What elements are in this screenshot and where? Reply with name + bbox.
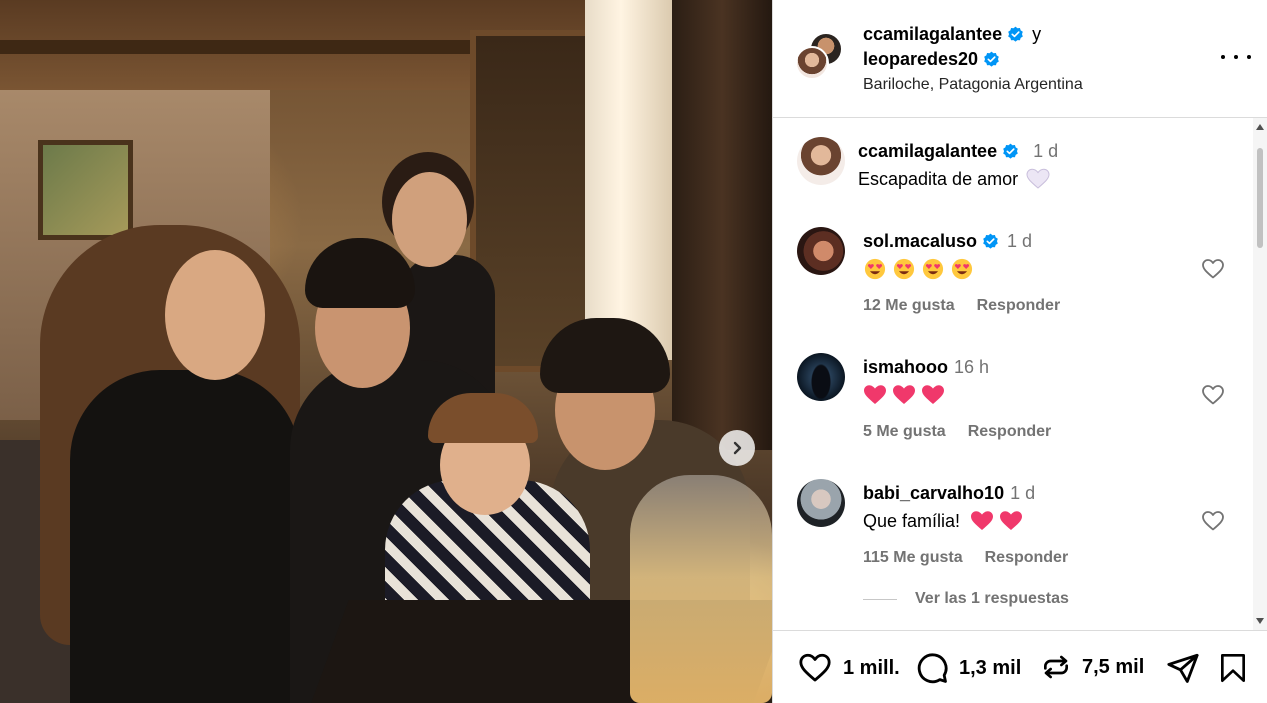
comment-likes[interactable]: 5 Me gusta <box>863 423 946 440</box>
comment-button[interactable]: 1,3 mil <box>915 651 1021 685</box>
collab-avatars[interactable] <box>795 32 847 84</box>
photo-painting <box>38 140 133 240</box>
comment-likes[interactable]: 12 Me gusta <box>863 297 955 314</box>
speech-bubble-icon <box>917 653 948 684</box>
caption-header: ccamilagalantee 1 d <box>858 141 1058 162</box>
photo-baby-hair <box>428 393 538 443</box>
comment-like-icon[interactable] <box>1201 383 1225 407</box>
header-author-line-2: leoparedes20 <box>863 49 1000 70</box>
comment-meta: 5 Me gusta Responder <box>863 423 1073 441</box>
comment-header: babi_carvalho10 1 d <box>863 483 1035 504</box>
photo-curtain-dark <box>672 0 772 450</box>
more-dot <box>1234 55 1238 59</box>
comment-avatar[interactable] <box>797 479 845 527</box>
reply-button[interactable]: Responder <box>977 297 1061 314</box>
verified-badge-icon <box>984 51 999 67</box>
caption-text: Escapadita de amor <box>858 168 1019 189</box>
comment-header: ismahooo 16 h <box>863 357 989 378</box>
comment-avatar[interactable] <box>797 353 845 401</box>
scrollbar-thumb[interactable] <box>1257 148 1263 248</box>
pink-heart-emoji <box>971 511 994 530</box>
heart-outline-icon <box>799 653 831 682</box>
comment-like-icon[interactable] <box>1201 257 1225 281</box>
photo-wine-glass <box>630 475 772 703</box>
comment-meta: 12 Me gusta Responder <box>863 297 1082 315</box>
scroll-up-arrow-icon[interactable] <box>1256 124 1264 130</box>
caption-username[interactable]: ccamilagalantee <box>858 141 997 162</box>
next-photo-button[interactable] <box>719 430 755 466</box>
view-replies-link[interactable]: Ver las 1 respuestas <box>863 590 1069 608</box>
like-count: 1 mill. <box>843 656 900 679</box>
heart-eyes-emoji <box>951 258 973 280</box>
header-author-line-1: ccamilagalantee y <box>863 24 1041 45</box>
caption-avatar[interactable] <box>797 137 845 185</box>
author2-username[interactable]: leoparedes20 <box>863 49 978 70</box>
comment-text: Que família! <box>863 510 961 531</box>
comment-username[interactable]: sol.macaluso <box>863 231 977 252</box>
bookmark-icon <box>1221 654 1245 682</box>
post-actions-bar: 1 mill. 1,3 mil 7,5 mil <box>773 630 1267 703</box>
more-options-icon <box>1221 55 1225 59</box>
post-photo[interactable] <box>0 0 772 703</box>
post-location[interactable]: Bariloche, Patagonia Argentina <box>863 76 1083 94</box>
comment-text-row: Que família! <box>863 510 1028 532</box>
post-side-panel: ccamilagalantee y leoparedes20 Bariloche… <box>772 0 1267 703</box>
comments-scrollbar[interactable] <box>1253 118 1267 630</box>
comment-text-row <box>863 258 979 280</box>
comments-list: ccamilagalantee 1 d Escapadita de amor s… <box>773 118 1267 630</box>
comment-like-icon[interactable] <box>1201 509 1225 533</box>
more-dot <box>1247 55 1251 59</box>
photo-woman-face <box>165 250 265 380</box>
author-joiner: y <box>1032 24 1042 44</box>
comment-time[interactable]: 1 d <box>1010 483 1035 504</box>
reply-button[interactable]: Responder <box>985 549 1069 566</box>
avatar-ccamilagalantee[interactable] <box>795 46 829 80</box>
more-options-button[interactable] <box>1221 45 1251 69</box>
pink-heart-emoji <box>864 385 886 404</box>
pink-heart-emoji <box>1000 511 1023 530</box>
paper-plane-icon <box>1167 653 1199 683</box>
comment-time[interactable]: 16 h <box>954 357 989 378</box>
verified-badge-icon <box>1003 143 1018 159</box>
heart-eyes-emoji <box>922 258 944 280</box>
heart-eyes-emoji <box>864 258 886 280</box>
comment-username[interactable]: babi_carvalho10 <box>863 483 1004 504</box>
repost-count: 7,5 mil <box>1082 655 1145 678</box>
comment-count: 1,3 mil <box>959 656 1022 679</box>
like-button[interactable]: 1 mill. <box>797 651 900 685</box>
chevron-right-icon <box>733 441 742 455</box>
replies-divider <box>863 598 897 600</box>
pink-heart-emoji <box>922 385 944 404</box>
comment-time[interactable]: 1 d <box>1007 231 1032 252</box>
comment-username[interactable]: ismahooo <box>863 357 948 378</box>
reply-button[interactable]: Responder <box>968 423 1052 440</box>
verified-badge-icon <box>983 233 998 249</box>
share-button[interactable] <box>1166 651 1210 685</box>
repost-icon <box>1044 655 1068 679</box>
pink-heart-emoji <box>893 385 915 404</box>
photo-man-hair <box>305 238 415 308</box>
comment-header: sol.macaluso 1 d <box>863 231 1032 252</box>
white-heart-emoji <box>1026 168 1050 189</box>
comment-avatar[interactable] <box>797 227 845 275</box>
caption-time[interactable]: 1 d <box>1033 141 1058 162</box>
comment-likes[interactable]: 115 Me gusta <box>863 549 963 566</box>
save-button[interactable] <box>1217 651 1259 685</box>
repost-button[interactable]: 7,5 mil <box>1040 651 1144 683</box>
caption-text-row: Escapadita de amor <box>858 168 1050 190</box>
comment-text-row <box>863 384 950 406</box>
heart-eyes-emoji <box>893 258 915 280</box>
photo-girl-face <box>392 172 467 267</box>
author1-username[interactable]: ccamilagalantee <box>863 24 1002 45</box>
verified-badge-icon <box>1008 26 1023 42</box>
photo-woman-body <box>70 370 300 703</box>
post-header: ccamilagalantee y leoparedes20 Bariloche… <box>773 0 1267 118</box>
comment-meta: 115 Me gusta Responder <box>863 549 1090 567</box>
scroll-down-arrow-icon[interactable] <box>1256 618 1264 624</box>
view-replies-label: Ver las 1 respuestas <box>915 590 1069 607</box>
photo-curtain <box>585 0 675 360</box>
